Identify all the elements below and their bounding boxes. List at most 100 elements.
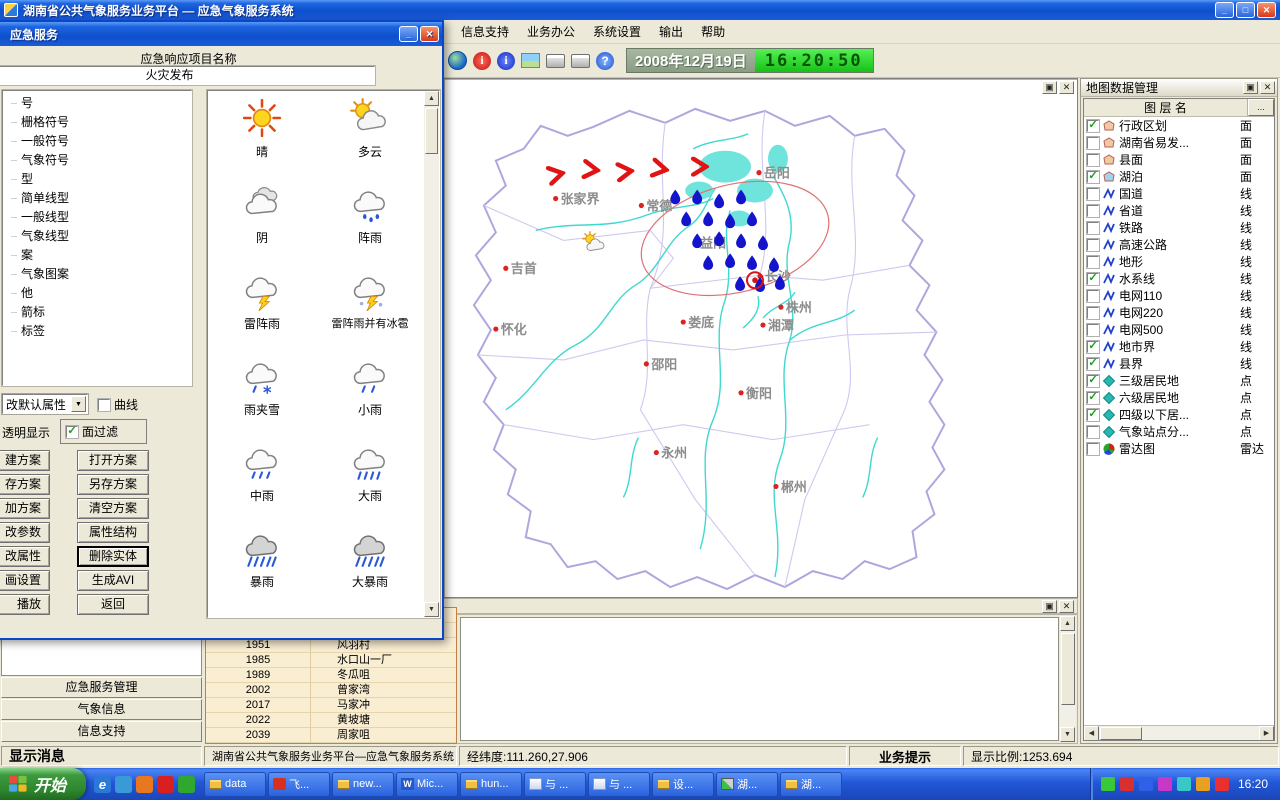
grid-scroll-down[interactable]: ▼ [424, 602, 439, 617]
table-row[interactable]: 2017马家冲 [206, 698, 456, 713]
layers-hscrollbar[interactable]: ◀ ▶ [1084, 725, 1274, 740]
scroll-up-arrow[interactable]: ▲ [1060, 616, 1075, 631]
grid-scroll-thumb[interactable] [425, 108, 438, 154]
layer-checkbox-四级以下居...[interactable]: ✓ [1087, 409, 1099, 421]
project-name-input[interactable]: 火灾发布 [0, 66, 375, 85]
transparent-checkbox[interactable]: 透明显示 [0, 424, 50, 441]
tray-icon-2[interactable] [1120, 777, 1134, 791]
layer-row-县面[interactable]: 县面面 [1084, 151, 1274, 168]
layer-checkbox-国道[interactable] [1087, 188, 1099, 200]
minimize-button[interactable]: _ [1215, 2, 1234, 18]
msn-icon[interactable] [178, 776, 195, 793]
start-button[interactable]: 开始 [0, 768, 86, 800]
layer-row-雷达图[interactable]: 雷达图雷达 [1084, 440, 1274, 457]
face-filter-checkbox-box[interactable]: ✓ [66, 426, 78, 438]
tree-item-案[interactable]: 案 [5, 246, 189, 265]
image-icon[interactable] [521, 53, 540, 68]
layer-checkbox-电网110[interactable] [1087, 290, 1099, 302]
layer-row-地市界[interactable]: ✓地市界线 [1084, 338, 1274, 355]
table-row[interactable]: 1985水口山一厂 [206, 653, 456, 668]
tray-icon-6[interactable] [1196, 777, 1210, 791]
layer-row-行政区划[interactable]: ✓行政区划面 [1084, 117, 1274, 134]
symbol-tree[interactable]: 号栅格符号一般符号气象符号型简单线型一般线型气象线型案气象图案他箭标标签 [2, 90, 192, 386]
table-row[interactable]: 2002曾家湾 [206, 683, 456, 698]
table-row[interactable]: 2039周家咀 [206, 728, 456, 743]
layer-row-四级以下居...[interactable]: ✓四级以下居...点 [1084, 406, 1274, 423]
dialog-button-改参数[interactable]: 改参数 [0, 522, 50, 543]
map-panel[interactable]: ▣ ✕ [443, 78, 1078, 598]
dialog-button-播放[interactable]: 播放 [0, 594, 50, 615]
layer-row-国道[interactable]: 国道线 [1084, 185, 1274, 202]
taskbar-task-5[interactable]: hun... [460, 772, 522, 797]
nav-button-应急服务管理[interactable]: 应急服务管理 [1, 677, 202, 698]
menu-item-帮助[interactable]: 帮助 [692, 20, 734, 43]
layer-checkbox-地市界[interactable]: ✓ [1087, 341, 1099, 353]
tree-item-标签[interactable]: 标签 [5, 322, 189, 341]
scroll-down-arrow[interactable]: ▼ [1060, 727, 1075, 742]
dialog-minimize-button[interactable]: _ [399, 26, 418, 42]
layer-row-电网220[interactable]: 电网220线 [1084, 304, 1274, 321]
taskbar-task-8[interactable]: 设... [652, 772, 714, 797]
taskbar-task-9[interactable]: 湖... [716, 772, 778, 797]
scroll-right-arrow[interactable]: ▶ [1259, 726, 1274, 741]
tray-icon-1[interactable] [1101, 777, 1115, 791]
layer-row-电网110[interactable]: 电网110线 [1084, 287, 1274, 304]
dialog-button-存方案[interactable]: 存方案 [0, 474, 50, 495]
bottom-close-button[interactable]: ✕ [1059, 600, 1074, 613]
layer-checkbox-铁路[interactable] [1087, 222, 1099, 234]
media-icon[interactable] [136, 776, 153, 793]
layer-row-铁路[interactable]: 铁路线 [1084, 219, 1274, 236]
weather-symbol-大暴雨[interactable]: 大暴雨 [316, 527, 424, 613]
vscroll-thumb[interactable] [1061, 633, 1075, 705]
dialog-button-属性结构[interactable]: 属性结构 [77, 522, 149, 543]
tree-item-型[interactable]: 型 [5, 170, 189, 189]
hunan-map[interactable]: 岳阳张家界常德益阳长沙吉首娄底株州湘潭怀化邵阳衡阳永州郴州 [444, 79, 1077, 597]
default-attr-combobox[interactable]: 改默认属性 ▼ [2, 394, 88, 414]
layer-row-水系线[interactable]: ✓水系线线 [1084, 270, 1274, 287]
message-vscrollbar[interactable]: ▲ ▼ [1060, 616, 1076, 742]
menu-item-信息支持[interactable]: 信息支持 [452, 20, 518, 43]
hscroll-thumb[interactable] [1100, 727, 1142, 740]
scroll-left-arrow[interactable]: ◀ [1084, 726, 1099, 741]
layers-more-button[interactable]: ... [1248, 99, 1274, 116]
layer-row-六级居民地[interactable]: ✓六级居民地点 [1084, 389, 1274, 406]
tray-icon-5[interactable] [1177, 777, 1191, 791]
dialog-close-button[interactable]: ✕ [420, 26, 439, 42]
dialog-button-返回[interactable]: 返回 [77, 594, 149, 615]
dialog-button-删除实体[interactable]: 删除实体 [77, 546, 149, 567]
layer-row-湖南省易发...[interactable]: 湖南省易发...面 [1084, 134, 1274, 151]
dialog-titlebar[interactable]: 应急服务 _ ✕ [0, 22, 442, 46]
layer-row-湖泊[interactable]: ✓湖泊面 [1084, 168, 1274, 185]
layer-row-三级居民地[interactable]: ✓三级居民地点 [1084, 372, 1274, 389]
combo-dropdown-arrow[interactable]: ▼ [71, 396, 86, 412]
layer-checkbox-湖南省易发...[interactable] [1087, 137, 1099, 149]
layer-checkbox-六级居民地[interactable]: ✓ [1087, 392, 1099, 404]
weather-symbol-阵雨[interactable]: 阵雨 [316, 183, 424, 269]
curve-checkbox-box[interactable] [98, 399, 110, 411]
weather-symbol-小雨[interactable]: 小雨 [316, 355, 424, 441]
tree-item-简单线型[interactable]: 简单线型 [5, 189, 189, 208]
tree-item-一般符号[interactable]: 一般符号 [5, 132, 189, 151]
dialog-button-建方案[interactable]: 建方案 [0, 450, 50, 471]
menu-item-系统设置[interactable]: 系统设置 [584, 20, 650, 43]
dialog-button-打开方案[interactable]: 打开方案 [77, 450, 149, 471]
globe-icon[interactable] [448, 51, 467, 70]
layer-checkbox-电网220[interactable] [1087, 307, 1099, 319]
weather-symbol-中雨[interactable]: 中雨 [208, 441, 316, 527]
layer-checkbox-雷达图[interactable] [1087, 443, 1099, 455]
grid-scroll-up[interactable]: ▲ [424, 91, 439, 106]
print-icon[interactable] [546, 54, 565, 68]
weather-symbol-雷阵雨[interactable]: 雷阵雨 [208, 269, 316, 355]
show-desktop-icon[interactable] [115, 776, 132, 793]
weather-symbol-大雨[interactable]: 大雨 [316, 441, 424, 527]
taskbar-task-4[interactable]: WMic... [396, 772, 458, 797]
weather-symbol-雨夹雪[interactable]: 雨夹雪 [208, 355, 316, 441]
layer-checkbox-行政区划[interactable]: ✓ [1087, 120, 1099, 132]
tree-item-号[interactable]: 号 [5, 94, 189, 113]
layer-row-电网500[interactable]: 电网500线 [1084, 321, 1274, 338]
export-icon[interactable] [571, 54, 590, 68]
dialog-button-画设置[interactable]: 画设置 [0, 570, 50, 591]
dialog-button-加方案[interactable]: 加方案 [0, 498, 50, 519]
taskbar-task-7[interactable]: 与 ... [588, 772, 650, 797]
layer-checkbox-水系线[interactable]: ✓ [1087, 273, 1099, 285]
